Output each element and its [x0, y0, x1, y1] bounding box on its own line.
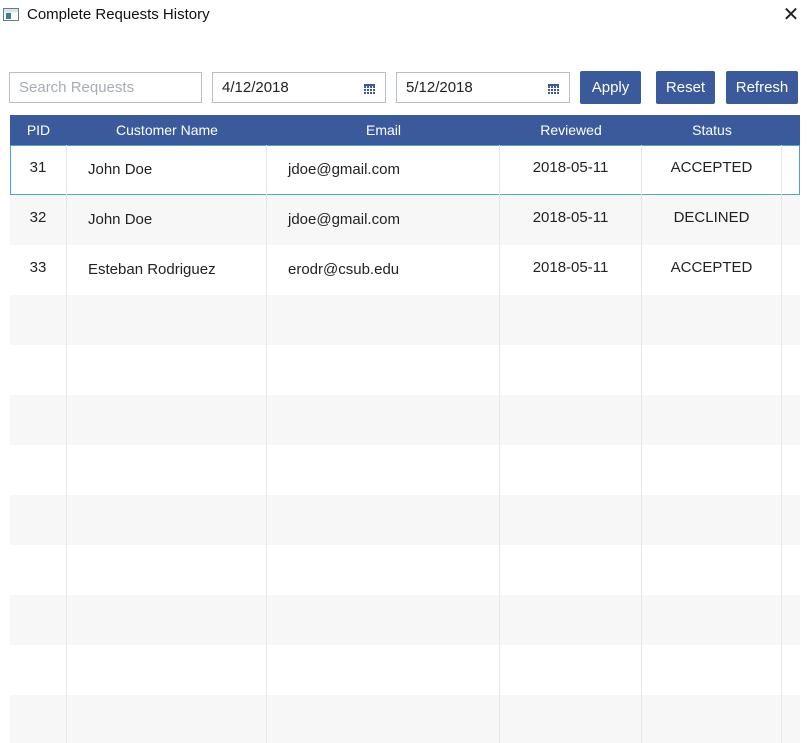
cell-reviewed: 2018-05-11 — [500, 245, 642, 295]
cell-status: ACCEPTED — [642, 245, 782, 295]
cell-pid: 32 — [10, 195, 67, 245]
table-row[interactable]: 31 John Doe jdoe@gmail.com 2018-05-11 AC… — [10, 145, 800, 195]
cell-customer-name: John Doe — [67, 195, 267, 245]
empty-row — [10, 345, 800, 395]
title-bar: Complete Requests History ✕ — [0, 0, 810, 32]
close-icon[interactable]: ✕ — [780, 3, 802, 27]
cell-filler — [782, 245, 800, 295]
column-header-customer-name[interactable]: Customer Name — [67, 115, 267, 145]
reset-button[interactable]: Reset — [656, 71, 715, 104]
cell-customer-name: John Doe — [67, 145, 267, 195]
requests-table: PID Customer Name Email Reviewed Status … — [10, 115, 800, 743]
cell-filler — [782, 195, 800, 245]
window-title: Complete Requests History — [27, 6, 210, 23]
apply-button[interactable]: Apply — [580, 71, 641, 104]
cell-status: ACCEPTED — [642, 145, 782, 195]
calendar-icon[interactable] — [364, 84, 375, 94]
empty-row — [10, 595, 800, 645]
column-header-pid[interactable]: PID — [10, 115, 67, 145]
table-row[interactable]: 32 John Doe jdoe@gmail.com 2018-05-11 DE… — [10, 195, 800, 245]
cell-email: jdoe@gmail.com — [267, 145, 500, 195]
table-body: 31 John Doe jdoe@gmail.com 2018-05-11 AC… — [10, 145, 800, 743]
empty-row — [10, 295, 800, 345]
cell-filler — [782, 145, 800, 195]
table-row[interactable]: 33 Esteban Rodriguez erodr@csub.edu 2018… — [10, 245, 800, 295]
column-header-email[interactable]: Email — [267, 115, 500, 145]
app-icon — [3, 8, 19, 21]
cell-customer-name: Esteban Rodriguez — [67, 245, 267, 295]
refresh-button[interactable]: Refresh — [726, 71, 798, 104]
date-from-value[interactable]: 4/12/2018 — [222, 79, 289, 96]
cell-status: DECLINED — [642, 195, 782, 245]
filter-toolbar: 4/12/2018 5/12/2018 Apply Reset Refresh — [0, 70, 810, 106]
cell-pid: 33 — [10, 245, 67, 295]
table-header: PID Customer Name Email Reviewed Status — [10, 115, 800, 145]
empty-row — [10, 545, 800, 595]
cell-email: erodr@csub.edu — [267, 245, 500, 295]
column-header-reviewed[interactable]: Reviewed — [500, 115, 642, 145]
empty-row — [10, 445, 800, 495]
column-header-status[interactable]: Status — [642, 115, 782, 145]
date-to-picker[interactable]: 5/12/2018 — [396, 72, 570, 103]
empty-row — [10, 495, 800, 545]
cell-email: jdoe@gmail.com — [267, 195, 500, 245]
empty-row — [10, 395, 800, 445]
cell-pid: 31 — [10, 145, 67, 195]
date-from-picker[interactable]: 4/12/2018 — [212, 72, 386, 103]
calendar-icon[interactable] — [548, 84, 559, 94]
cell-reviewed: 2018-05-11 — [500, 145, 642, 195]
date-to-value[interactable]: 5/12/2018 — [406, 79, 473, 96]
cell-reviewed: 2018-05-11 — [500, 195, 642, 245]
search-input[interactable] — [9, 72, 202, 103]
empty-row — [10, 645, 800, 695]
empty-row — [10, 695, 800, 743]
